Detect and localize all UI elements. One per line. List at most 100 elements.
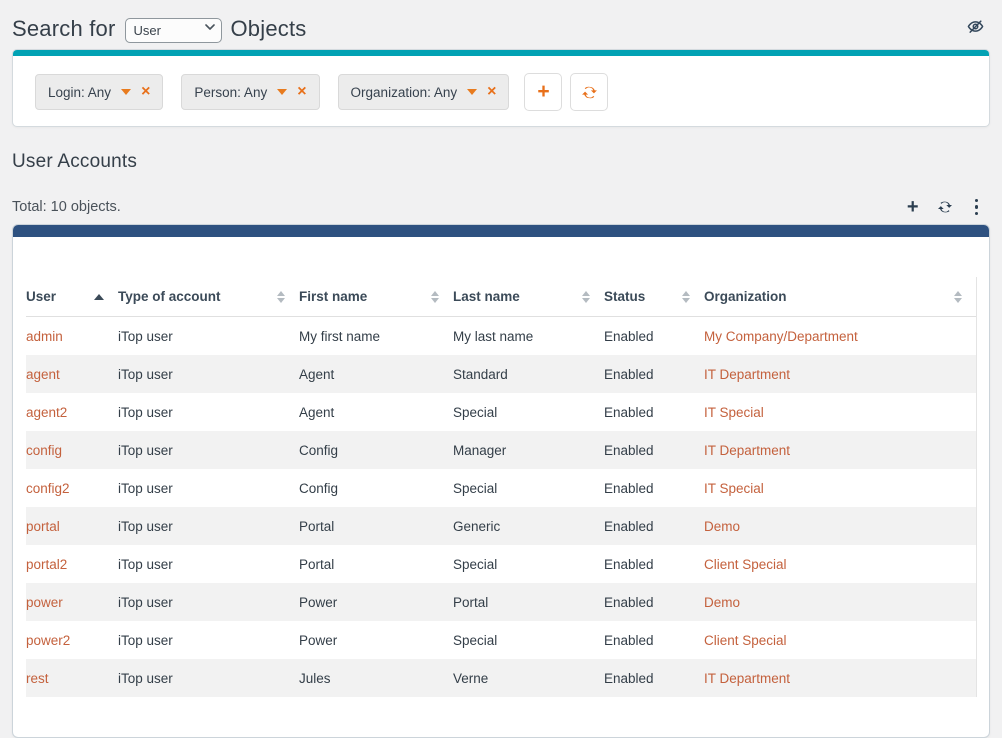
cell-user: portal2 bbox=[26, 557, 118, 572]
remove-criterion-icon[interactable]: × bbox=[141, 84, 150, 100]
cell-type: iTop user bbox=[118, 595, 299, 610]
add-criterion-button[interactable]: + bbox=[524, 73, 562, 111]
kebab-menu-icon[interactable] bbox=[971, 198, 983, 217]
cell-status: Enabled bbox=[604, 519, 704, 534]
table-row: config2iTop userConfigSpecialEnabledIT S… bbox=[26, 469, 976, 507]
column-header-status[interactable]: Status bbox=[604, 289, 704, 304]
eye-slash-icon[interactable] bbox=[963, 14, 988, 44]
cell-org: My Company/Department bbox=[704, 329, 976, 344]
caret-down-icon[interactable] bbox=[467, 89, 477, 95]
cell-first: Portal bbox=[299, 519, 453, 534]
criteria-list: Login: Any×Person: Any×Organization: Any… bbox=[35, 74, 509, 110]
organization-link[interactable]: IT Special bbox=[704, 405, 764, 420]
organization-link[interactable]: My Company/Department bbox=[704, 329, 858, 344]
table-row: agentiTop userAgentStandardEnabledIT Dep… bbox=[26, 355, 976, 393]
organization-link[interactable]: Client Special bbox=[704, 557, 787, 572]
user-link[interactable]: portal2 bbox=[26, 557, 67, 572]
search-criterion-person[interactable]: Person: Any× bbox=[181, 74, 319, 110]
remove-criterion-icon[interactable]: × bbox=[297, 84, 306, 100]
remove-criterion-icon[interactable]: × bbox=[487, 84, 496, 100]
user-link[interactable]: config bbox=[26, 443, 62, 458]
cell-first: Portal bbox=[299, 557, 453, 572]
user-link[interactable]: rest bbox=[26, 671, 49, 686]
table-row: adminiTop userMy first nameMy last nameE… bbox=[26, 317, 976, 355]
column-header-last-name[interactable]: Last name bbox=[453, 289, 604, 304]
cell-status: Enabled bbox=[604, 443, 704, 458]
sortable-icon bbox=[277, 291, 285, 303]
column-label: User bbox=[26, 289, 56, 304]
column-label: First name bbox=[299, 289, 367, 304]
cell-org: IT Department bbox=[704, 443, 976, 458]
criterion-label: Organization: Any bbox=[351, 85, 458, 100]
user-link[interactable]: admin bbox=[26, 329, 63, 344]
cell-type: iTop user bbox=[118, 671, 299, 686]
cell-type: iTop user bbox=[118, 405, 299, 420]
cell-last: Special bbox=[453, 557, 604, 572]
refresh-search-button[interactable] bbox=[570, 73, 608, 111]
search-panel: Login: Any×Person: Any×Organization: Any… bbox=[12, 49, 990, 127]
cell-user: rest bbox=[26, 671, 118, 686]
cell-user: config bbox=[26, 443, 118, 458]
cell-org: Demo bbox=[704, 595, 976, 610]
cell-type: iTop user bbox=[118, 329, 299, 344]
cell-status: Enabled bbox=[604, 405, 704, 420]
criterion-label: Login: Any bbox=[48, 85, 111, 100]
title-prefix: Search for bbox=[12, 16, 116, 42]
cell-org: Demo bbox=[704, 519, 976, 534]
results-table-card: User Type of accountFirst name Last nameSt… bbox=[12, 224, 990, 738]
organization-link[interactable]: Demo bbox=[704, 519, 740, 534]
results-summary: Total: 10 objects. bbox=[12, 199, 121, 215]
object-class-select[interactable]: User bbox=[125, 18, 222, 43]
add-object-button[interactable]: + bbox=[907, 197, 919, 217]
sort-ascending-icon bbox=[94, 294, 104, 300]
column-header-first-name[interactable]: First name bbox=[299, 289, 453, 304]
cell-user: admin bbox=[26, 329, 118, 344]
cell-first: Jules bbox=[299, 671, 453, 686]
cell-org: Client Special bbox=[704, 557, 976, 572]
user-link[interactable]: agent bbox=[26, 367, 60, 382]
search-criterion-organization[interactable]: Organization: Any × bbox=[338, 74, 510, 110]
search-criterion-login[interactable]: Login: Any × bbox=[35, 74, 163, 110]
cell-last: Special bbox=[453, 405, 604, 420]
column-header-type-of-account[interactable]: Type of account bbox=[118, 289, 299, 304]
table-row: configiTop userConfigManagerEnabledIT De… bbox=[26, 431, 976, 469]
caret-down-icon[interactable] bbox=[277, 89, 287, 95]
user-link[interactable]: power2 bbox=[26, 633, 70, 648]
cell-first: Config bbox=[299, 481, 453, 496]
user-link[interactable]: power bbox=[26, 595, 63, 610]
table-body: adminiTop userMy first nameMy last nameE… bbox=[26, 317, 976, 697]
organization-link[interactable]: Demo bbox=[704, 595, 740, 610]
cell-first: Power bbox=[299, 595, 453, 610]
cell-last: Manager bbox=[453, 443, 604, 458]
cell-status: Enabled bbox=[604, 557, 704, 572]
cell-last: Special bbox=[453, 633, 604, 648]
list-toolbar: + bbox=[907, 197, 990, 217]
cell-type: iTop user bbox=[118, 557, 299, 572]
organization-link[interactable]: IT Special bbox=[704, 481, 764, 496]
cell-type: iTop user bbox=[118, 367, 299, 382]
user-link[interactable]: portal bbox=[26, 519, 60, 534]
title-suffix: Objects bbox=[231, 16, 307, 42]
column-header-organization[interactable]: Organization bbox=[704, 289, 976, 304]
organization-link[interactable]: IT Department bbox=[704, 671, 790, 686]
cell-last: Generic bbox=[453, 519, 604, 534]
column-header-user[interactable]: User bbox=[26, 289, 118, 304]
cell-user: portal bbox=[26, 519, 118, 534]
object-class-select-wrap: User bbox=[125, 15, 222, 43]
cell-last: Portal bbox=[453, 595, 604, 610]
column-label: Organization bbox=[704, 289, 787, 304]
page-header: Search for User Objects bbox=[12, 12, 990, 44]
organization-link[interactable]: IT Department bbox=[704, 443, 790, 458]
organization-link[interactable]: Client Special bbox=[704, 633, 787, 648]
cell-user: agent2 bbox=[26, 405, 118, 420]
caret-down-icon[interactable] bbox=[121, 89, 131, 95]
cell-org: IT Department bbox=[704, 367, 976, 382]
user-link[interactable]: config2 bbox=[26, 481, 70, 496]
table-row: restiTop userJulesVerneEnabledIT Departm… bbox=[26, 659, 976, 697]
organization-link[interactable]: IT Department bbox=[704, 367, 790, 382]
cell-user: power2 bbox=[26, 633, 118, 648]
cell-type: iTop user bbox=[118, 633, 299, 648]
table-row: power2iTop userPowerSpecialEnabledClient… bbox=[26, 621, 976, 659]
user-link[interactable]: agent2 bbox=[26, 405, 67, 420]
refresh-list-button[interactable] bbox=[937, 199, 953, 215]
